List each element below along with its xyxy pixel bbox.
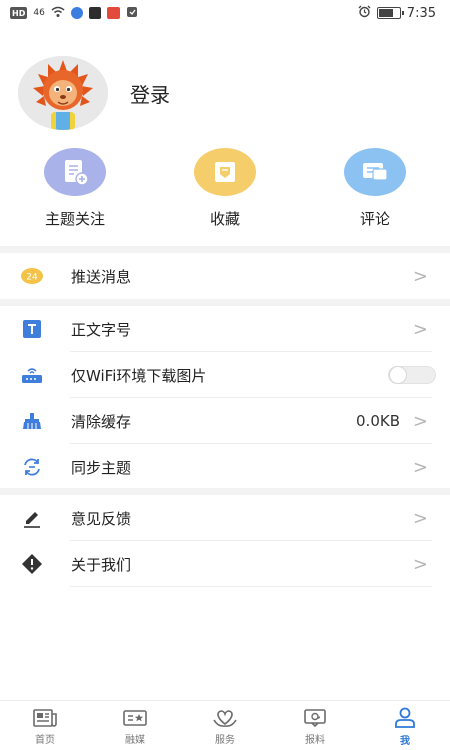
favorites-button[interactable]: 收藏 — [165, 148, 285, 229]
status-bar: HD 46 7:35 — [0, 0, 450, 26]
hd-indicator: HD — [10, 7, 28, 19]
chevron-right-icon: > — [412, 507, 428, 529]
tab-media-label: 融媒 — [125, 734, 145, 746]
info-diamond-icon — [20, 552, 44, 576]
status-left: HD 46 — [10, 6, 138, 21]
tab-report-label: 报料 — [305, 734, 325, 746]
font-size-label: 正文字号 — [71, 320, 132, 339]
person-icon — [395, 707, 415, 728]
battery-level — [378, 9, 393, 17]
wifi-only-label: 仅WiFi环境下载图片 — [71, 366, 207, 385]
app-notification-icon-2 — [126, 6, 138, 21]
section-divider — [0, 488, 450, 495]
settings-row-push[interactable]: 24 推送消息 > — [0, 253, 450, 299]
settings-row-clear-cache[interactable]: 清除缓存 0.0KB > — [0, 398, 450, 444]
push-badge-count: 24 — [26, 273, 38, 283]
section-divider — [0, 299, 450, 306]
status-right: 7:35 — [358, 5, 436, 21]
tab-media[interactable]: 融媒 — [90, 701, 180, 750]
about-label: 关于我们 — [71, 555, 132, 574]
chevron-right-icon: > — [412, 265, 428, 287]
settings-row-sync[interactable]: 同步主题 > — [0, 444, 450, 490]
topic-follow-label: 主题关注 — [44, 210, 105, 228]
settings-row-font-size[interactable]: 正文字号 > — [0, 306, 450, 352]
feedback-label: 意见反馈 — [71, 509, 132, 528]
settings-row-about[interactable]: 关于我们 > — [0, 541, 450, 587]
row-divider — [70, 586, 432, 587]
battery-icon — [376, 7, 404, 19]
tab-services-label: 服务 — [215, 734, 235, 746]
tab-home[interactable]: 首页 — [0, 701, 90, 750]
profile-header[interactable]: 登录 — [18, 56, 170, 130]
comments-label: 评论 — [359, 210, 390, 228]
broom-icon — [20, 409, 44, 433]
push-badge-icon: 24 — [20, 264, 44, 288]
hands-heart-icon — [213, 709, 237, 727]
favorites-label: 收藏 — [209, 210, 240, 228]
toggle-knob — [389, 366, 407, 384]
media-icon — [123, 709, 147, 726]
subscription-add-icon — [44, 148, 106, 196]
alarm-icon — [358, 5, 371, 21]
wifi-icon — [51, 6, 65, 21]
cache-size-value: 0.0KB — [356, 412, 400, 430]
mail-app-icon — [106, 7, 120, 19]
bottom-tab-bar: 首页 融媒 服务 报料 我 — [0, 700, 450, 750]
clock: 7:35 — [406, 5, 436, 21]
favorite-box-icon — [194, 148, 256, 196]
section-divider — [0, 246, 450, 253]
app-notification-icon — [70, 7, 83, 19]
chevron-right-icon: > — [412, 553, 428, 575]
newspaper-icon — [33, 708, 57, 727]
quick-actions: 主题关注 收藏 评论 — [0, 148, 450, 232]
report-icon — [304, 708, 326, 727]
topic-follow-button[interactable]: 主题关注 — [15, 148, 135, 229]
tab-me-label: 我 — [400, 735, 410, 747]
push-label: 推送消息 — [71, 267, 132, 286]
chevron-right-icon: > — [412, 318, 428, 340]
tab-report[interactable]: 报料 — [270, 701, 360, 750]
tab-services[interactable]: 服务 — [180, 701, 270, 750]
wifi-only-toggle[interactable] — [388, 366, 436, 384]
comment-icon — [344, 148, 406, 196]
settings-row-wifi-only: 仅WiFi环境下载图片 — [0, 352, 450, 398]
pencil-icon — [20, 506, 44, 530]
router-icon — [20, 363, 44, 387]
signal-label: 46 — [33, 8, 45, 18]
sync-icon — [20, 455, 44, 479]
settings-row-feedback[interactable]: 意见反馈 > — [0, 495, 450, 541]
chevron-right-icon: > — [412, 456, 428, 478]
chevron-right-icon: > — [412, 410, 428, 432]
clear-cache-label: 清除缓存 — [71, 412, 132, 431]
tab-home-label: 首页 — [35, 734, 55, 746]
sync-label: 同步主题 — [71, 458, 132, 477]
login-button[interactable]: 登录 — [130, 79, 170, 108]
comments-button[interactable]: 评论 — [315, 148, 435, 229]
avatar[interactable] — [18, 56, 108, 130]
tab-me[interactable]: 我 — [360, 701, 450, 750]
text-size-icon — [20, 317, 44, 341]
lion-mascot-icon — [18, 56, 108, 130]
video-app-icon — [88, 7, 101, 19]
